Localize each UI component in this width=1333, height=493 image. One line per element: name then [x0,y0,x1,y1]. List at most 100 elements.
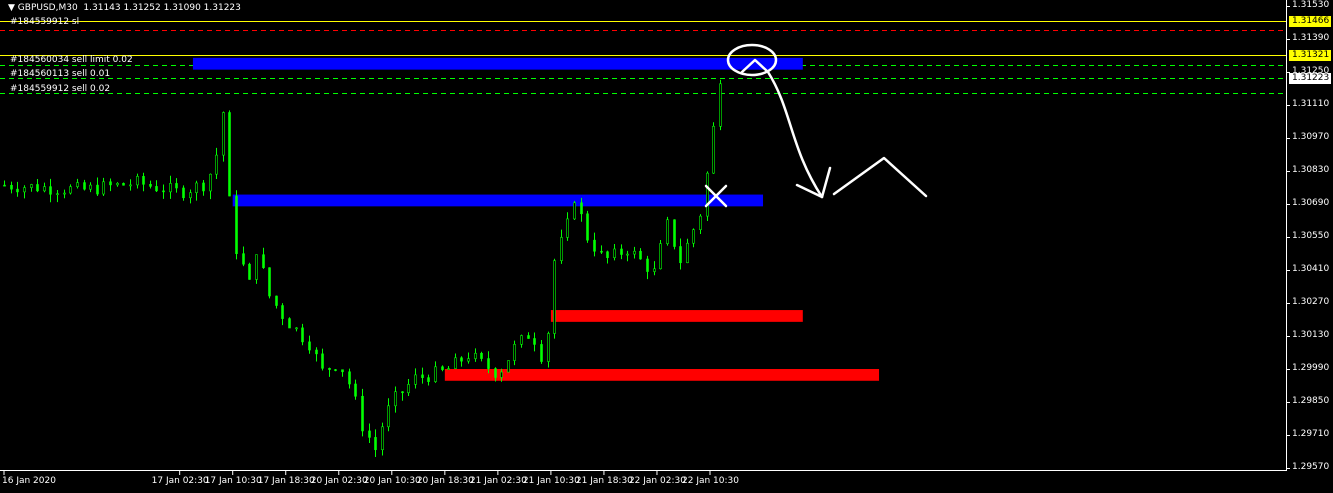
candle-body [136,176,139,186]
candle-body [500,371,503,378]
candle-body [56,193,59,195]
candle-body [606,251,609,258]
y-tick-label: 1.30970 [1292,132,1330,142]
candle-body [593,239,596,252]
candle-body [348,371,351,385]
candle-body [368,430,371,438]
candle-body [447,368,450,370]
candle-body [321,353,324,369]
candle-body [673,219,676,247]
y-tick-label: 1.30410 [1292,264,1330,274]
candle-body [401,391,404,394]
candle-body [467,358,470,362]
price-chart[interactable] [0,0,1333,493]
candle-body [76,182,79,187]
x-tick-label: 21 Jan 18:30 [575,476,633,486]
x-tick-label: 22 Jan 10:30 [682,476,739,486]
candle-body [315,349,318,355]
x-tick-label: 22 Jan 02:30 [628,476,686,486]
candle-body [679,246,682,264]
candle-body [361,395,364,432]
candle-body [228,112,231,197]
candle-body [480,352,483,359]
candle-body [414,374,417,385]
candle-body [527,335,530,339]
price-badge: 1.31223 [1289,72,1331,84]
zigzag-path [832,156,928,198]
price-badge: 1.31466 [1289,15,1331,27]
candle-body [3,184,6,187]
candle-body [487,358,490,369]
candle-body [633,250,636,255]
y-tick-label: 1.29850 [1292,396,1330,406]
candle-body [122,182,125,186]
order-label-sell-001: #184560113 sell 0.01 [10,69,111,79]
candle-body [195,182,198,194]
candle-body [308,341,311,351]
zone-0000ff-1 [232,194,764,207]
candle-body [460,357,463,362]
y-tick-label: 1.30130 [1292,330,1330,340]
candle-body [10,184,13,190]
candle-body [613,248,616,258]
candle-body [109,181,112,186]
candle-body [222,112,225,156]
x-tick-label: 17 Jan 10:30 [204,476,262,486]
zone-0000ff-0 [192,57,803,70]
y-tick-label: 1.29990 [1292,363,1330,373]
candles [3,79,722,458]
candle-body [387,405,390,428]
candle-body [421,374,424,378]
x-tick-label: 16 Jan 2020 [2,476,56,486]
y-tick-label: 1.29570 [1292,462,1330,472]
y-tick-label: 1.30830 [1292,165,1330,175]
candle-body [49,186,52,195]
candle-body [659,243,662,270]
candle-body [235,195,238,254]
candle-body [520,335,523,345]
candle-body [89,184,92,190]
collapse-triangle-icon[interactable]: ▼ [8,3,18,13]
candle-body [407,384,410,394]
candle-body [288,318,291,329]
candle-body [381,426,384,451]
x-tick-label: 17 Jan 18:30 [257,476,315,486]
price-badge: 1.31321 [1289,49,1331,61]
candle-body [566,218,569,238]
x-tick-label: 17 Jan 02:30 [151,476,209,486]
candle-body [162,190,165,193]
axes [0,0,1290,475]
candle-body [474,352,477,359]
candle-body [533,338,536,345]
candle-body [434,366,437,382]
y-tick-label: 1.30690 [1292,198,1330,208]
candle-body [653,268,656,272]
candle-body [600,250,603,253]
order-label-sell-002: #184559912 sell 0.02 [10,84,111,94]
candle-body [646,258,649,272]
candle-body [454,357,457,369]
candle-body [699,215,702,230]
order-label-sl: #184559912 sl [10,17,80,27]
candle-body [374,437,377,451]
candle-body [281,305,284,319]
x-tick-label: 20 Jan 02:30 [310,476,368,486]
candle-body [295,327,298,330]
candle-body [16,188,19,193]
down-arrow-path [766,70,824,199]
candle-body [83,182,86,190]
candle-body [328,367,331,370]
candle-body [394,391,397,407]
candle-body [202,182,205,192]
y-tick-label: 1.31110 [1292,99,1330,109]
candle-body [275,295,278,306]
candle-body [441,366,444,370]
candle-body [189,192,192,199]
candle-body [248,263,251,280]
x-tick-label: 21 Jan 10:30 [522,476,580,486]
candle-body [23,187,26,193]
candle-body [620,248,623,255]
y-tick-label: 1.30550 [1292,231,1330,241]
y-tick-label: 1.31530 [1292,0,1330,10]
candle-body [626,253,629,256]
